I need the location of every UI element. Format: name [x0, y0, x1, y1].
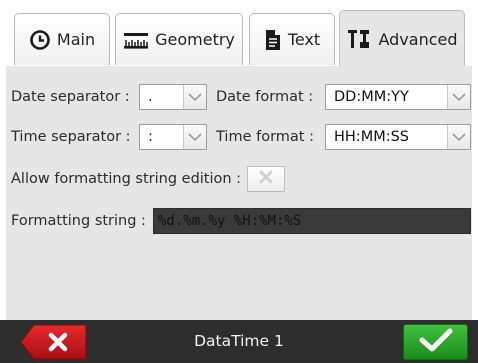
tools-icon: [346, 28, 372, 50]
chevron-down-icon[interactable]: [447, 125, 470, 149]
tab-text-label: Text: [287, 30, 321, 49]
time-format-select[interactable]: HH:MM:SS: [325, 124, 471, 150]
date-format-row: Date format :: [216, 83, 313, 111]
ok-button[interactable]: [403, 324, 468, 360]
tab-geometry-label: Geometry: [155, 30, 235, 49]
formatting-string-field[interactable]: %d.%m.%y %H:%M:%S: [153, 208, 471, 234]
chevron-down-icon[interactable]: [183, 125, 206, 149]
dialog-footer: DataTime 1: [0, 320, 478, 363]
document-icon: [264, 29, 282, 51]
allow-edit-checkbox[interactable]: [247, 166, 285, 192]
date-separator-value: .: [148, 89, 153, 105]
formatting-string-label: Formatting string :: [11, 213, 146, 229]
tab-main-label: Main: [56, 30, 96, 49]
time-separator-label: Time separator :: [11, 129, 131, 145]
date-format-label: Date format :: [216, 89, 314, 105]
tab-advanced[interactable]: Advanced: [339, 10, 465, 67]
time-format-value: HH:MM:SS: [334, 129, 410, 145]
time-separator-select[interactable]: :: [139, 124, 207, 150]
time-format-row: Time format :: [216, 123, 314, 151]
dialog-window: Main Geometry Text Advanced Date separat…: [0, 0, 478, 363]
formatting-string-value: %d.%m.%y %H:%M:%S: [158, 213, 302, 229]
chevron-down-icon[interactable]: [447, 85, 470, 109]
time-separator-row: Time separator :: [11, 123, 131, 151]
tab-text[interactable]: Text: [249, 13, 335, 65]
ruler-icon: [123, 29, 149, 51]
allow-edit-row: Allow formatting string edition :: [11, 165, 241, 193]
date-separator-select[interactable]: .: [139, 84, 207, 110]
allow-edit-label: Allow formatting string edition :: [11, 171, 242, 187]
time-separator-value: :: [148, 129, 153, 145]
checkmark-icon: [419, 327, 453, 357]
tab-advanced-label: Advanced: [378, 29, 458, 49]
tab-bar: Main Geometry Text Advanced: [0, 0, 478, 67]
advanced-panel: Date separator : . Date format : DD:MM:Y…: [6, 66, 472, 320]
date-separator-row: Date separator :: [11, 83, 130, 111]
clock-icon: [29, 29, 51, 51]
tab-geometry[interactable]: Geometry: [115, 13, 243, 65]
chevron-down-icon[interactable]: [183, 85, 206, 109]
date-separator-label: Date separator :: [11, 89, 130, 105]
tab-main[interactable]: Main: [14, 13, 110, 65]
formatting-string-row: Formatting string :: [11, 207, 146, 235]
close-icon: [258, 169, 274, 189]
time-format-label: Time format :: [216, 129, 314, 145]
date-format-value: DD:MM:YY: [334, 89, 409, 105]
date-format-select[interactable]: DD:MM:YY: [325, 84, 471, 110]
